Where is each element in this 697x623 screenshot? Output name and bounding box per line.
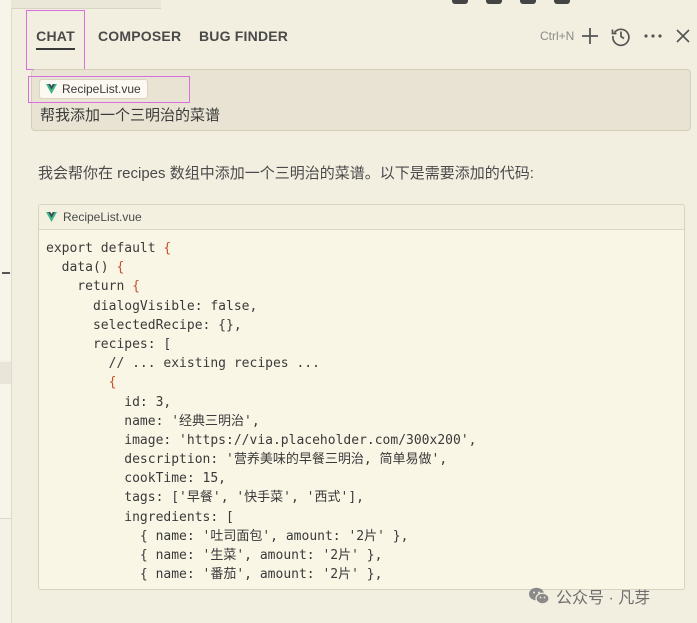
window-icon[interactable] [486, 0, 502, 4]
close-icon[interactable] [672, 25, 694, 47]
window-icon[interactable] [554, 0, 570, 4]
attached-file-name: RecipeList.vue [62, 82, 141, 96]
code-line: data() { [46, 260, 125, 276]
code-line: ingredients: [ [46, 509, 234, 525]
chat-tab-bar: CHAT COMPOSER BUG FINDER Ctrl+N [26, 10, 697, 70]
adjacent-pane-section [0, 362, 11, 384]
code-block[interactable]: RecipeList.vue export default { data() {… [38, 204, 685, 590]
code-line: return { [46, 279, 140, 295]
code-block-header[interactable]: RecipeList.vue [39, 205, 684, 230]
code-line: // ... existing recipes ... [46, 356, 320, 372]
code-line: selectedRecipe: {}, [46, 317, 242, 333]
tab-composer[interactable]: COMPOSER [98, 10, 181, 62]
wechat-icon [529, 587, 550, 605]
code-line: tags: ['早餐', '快手菜', '西式'], [46, 490, 364, 506]
code-line: name: '经典三明治', [46, 413, 260, 429]
vue-file-icon [46, 84, 57, 94]
code-line: image: 'https://via.placeholder.com/300x… [46, 432, 477, 448]
active-tab-underline [36, 48, 75, 50]
tab-chat[interactable]: CHAT [26, 10, 85, 70]
adjacent-pane-section [0, 384, 11, 519]
adjacent-pane-edge [0, 0, 12, 623]
vue-file-icon [46, 212, 57, 222]
new-chat-shortcut: Ctrl+N [540, 29, 575, 43]
adjacent-pane-marker [2, 272, 10, 274]
more-icon[interactable] [642, 25, 664, 47]
top-icon-strip [452, 0, 570, 4]
code-line: { name: '生菜', amount: '2片' }, [46, 548, 383, 563]
code-line: { name: '番茄', amount: '2片' }, [46, 567, 383, 583]
window-icon[interactable] [452, 0, 468, 4]
tab-bug-finder[interactable]: BUG FINDER [199, 10, 288, 62]
code-line: { name: '吐司面包', amount: '2片' }, [46, 528, 409, 544]
window-icon[interactable] [520, 0, 536, 4]
history-icon[interactable] [610, 25, 632, 47]
code-line: recipes: [ [46, 336, 172, 352]
code-line: id: 3, [46, 394, 172, 410]
attached-file-chip[interactable]: RecipeList.vue [39, 79, 148, 99]
watermark: 公众号 · 凡芽 [528, 584, 650, 608]
user-message-text: 帮我添加一个三明治的菜谱 [40, 107, 221, 124]
tab-chat-label: CHAT [36, 28, 75, 44]
code-line: export default { [46, 241, 172, 256]
plus-icon[interactable] [579, 25, 601, 47]
adjacent-pane-top [11, 0, 161, 9]
code-content[interactable]: export default { data() { return { dialo… [39, 230, 684, 584]
code-line: cookTime: 15, [46, 471, 227, 487]
watermark-text: 公众号 · 凡芽 [556, 590, 651, 607]
code-block-filename: RecipeList.vue [63, 210, 142, 224]
code-line: description: '营养美味的早餐三明治, 简单易做', [46, 452, 448, 468]
adjacent-pane-section [0, 0, 11, 360]
code-line: { [108, 375, 117, 391]
code-line: dialogVisible: false, [46, 298, 258, 314]
assistant-message-text: 我会帮你在 recipes 数组中添加一个三明治的菜谱。以下是需要添加的代码: [38, 165, 534, 182]
